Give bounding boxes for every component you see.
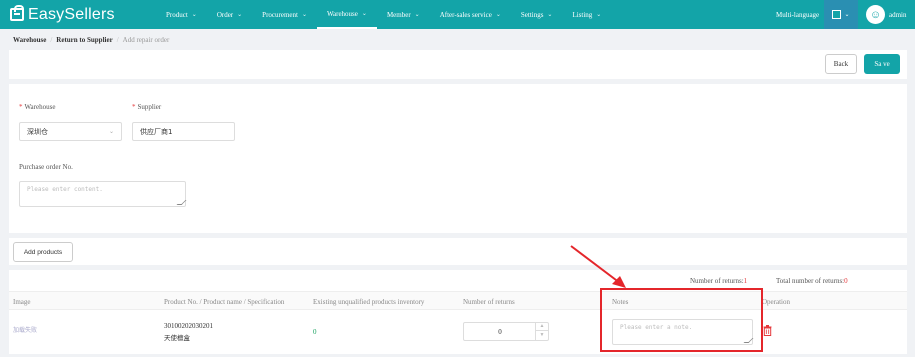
breadcrumb: Warehouse / Return to Supplier / Add repair … bbox=[13, 36, 170, 44]
inventory-value: 0 bbox=[313, 328, 317, 336]
returns-count: Number of returns:1 bbox=[690, 277, 748, 285]
user-name[interactable]: admin bbox=[889, 0, 907, 29]
purchase-order-input[interactable]: Please enter content. bbox=[19, 181, 187, 207]
chevron-down-icon: ⌄ bbox=[191, 12, 197, 18]
user-avatar-icon[interactable]: ☺ bbox=[866, 5, 885, 24]
stepper-arrows: ▲ ▼ bbox=[535, 323, 548, 340]
color-swatch bbox=[832, 10, 842, 19]
add-products-bar: Add products bbox=[9, 238, 907, 265]
breadcrumb-current: Add repair order bbox=[122, 36, 170, 44]
annotation-arrow bbox=[570, 245, 626, 288]
back-button[interactable]: Back bbox=[825, 54, 857, 74]
save-button[interactable]: Sa ve bbox=[864, 54, 900, 74]
product-name: 天使檀盒 bbox=[164, 334, 190, 342]
purchase-order-label: Purchase order No. bbox=[19, 163, 73, 171]
warehouse-value: 深圳仓 bbox=[27, 127, 48, 136]
add-products-button[interactable]: Add products bbox=[13, 242, 73, 262]
brand-name: EasySellers bbox=[28, 5, 115, 23]
nav-item-procurement[interactable]: Procurement ⌄ bbox=[252, 0, 317, 29]
nav-label: Listing bbox=[572, 10, 593, 19]
chevron-down-icon: ⌄ bbox=[237, 12, 243, 18]
annotation-highlight-box bbox=[600, 288, 763, 352]
chevron-down-icon: ⌄ bbox=[108, 128, 114, 135]
theme-color-picker[interactable]: ⌄ bbox=[824, 0, 858, 29]
shopping-bag-icon bbox=[10, 5, 24, 21]
column-returns: Number of returns bbox=[463, 298, 515, 306]
product-image-placeholder: 加载失败 bbox=[13, 327, 38, 334]
table-header: Image Product No. / Product name / Speci… bbox=[9, 291, 907, 310]
nav-label: After-sales service bbox=[439, 10, 492, 19]
supplier-input[interactable]: 供应厂商1 bbox=[132, 122, 235, 141]
nav-item-warehouse[interactable]: Warehouse ⌄ bbox=[316, 0, 377, 29]
decrement-icon[interactable]: ▼ bbox=[536, 331, 548, 339]
column-image: Image bbox=[13, 298, 31, 306]
chevron-down-icon: ⌄ bbox=[301, 12, 307, 18]
chevron-down-icon: ⌄ bbox=[844, 12, 850, 18]
nav-label: Product bbox=[166, 10, 188, 19]
warehouse-select[interactable]: 深圳仓 ⌄ bbox=[19, 122, 122, 141]
nav-item-listing[interactable]: Listing ⌄ bbox=[562, 0, 611, 29]
returns-value[interactable]: 0 bbox=[464, 323, 536, 340]
total-returns-count: Total number of returns:0 bbox=[776, 277, 848, 285]
order-form: * Warehouse * Supplier 深圳仓 ⌄ 供应厂商1 Purchas… bbox=[9, 84, 907, 233]
chevron-down-icon: ⌄ bbox=[361, 11, 367, 17]
action-bar: Back Sa ve bbox=[9, 50, 907, 79]
returns-stepper[interactable]: 0 ▲ ▼ bbox=[463, 322, 549, 341]
breadcrumb-warehouse[interactable]: Warehouse bbox=[13, 36, 46, 44]
chevron-down-icon: ⌄ bbox=[596, 12, 602, 18]
increment-icon[interactable]: ▲ bbox=[536, 323, 548, 331]
chevron-down-icon: ⌄ bbox=[547, 12, 553, 18]
main-nav: Product ⌄ Order ⌄ Procurement ⌄ Warehouse ⌄ … bbox=[156, 0, 611, 29]
purchase-order-placeholder: Please enter content. bbox=[27, 186, 103, 193]
supplier-label: * Supplier bbox=[132, 103, 162, 111]
product-no: 30100202030201 bbox=[164, 322, 213, 330]
nav-item-product[interactable]: Product ⌄ bbox=[156, 0, 207, 29]
chevron-down-icon: ⌄ bbox=[414, 12, 420, 18]
products-table: Number of returns:1 Total number of retu… bbox=[9, 270, 907, 354]
column-operation: Operation bbox=[762, 298, 790, 306]
nav-item-order[interactable]: Order ⌄ bbox=[207, 0, 252, 29]
nav-label: Settings bbox=[520, 10, 544, 19]
warehouse-label: * Warehouse bbox=[19, 103, 56, 111]
nav-label: Order bbox=[216, 10, 234, 19]
brand-logo[interactable]: EasySellers bbox=[10, 5, 115, 24]
nav-item-after-sales[interactable]: After-sales service ⌄ bbox=[430, 0, 511, 29]
chevron-down-icon: ⌄ bbox=[495, 12, 501, 18]
nav-label: Procurement bbox=[262, 10, 298, 19]
nav-label: Member bbox=[386, 10, 411, 19]
nav-label: Warehouse bbox=[326, 9, 358, 18]
multi-language-button[interactable]: Multi-language bbox=[776, 0, 819, 29]
column-inventory: Existing unqualified products inventory bbox=[313, 298, 425, 306]
trash-icon[interactable] bbox=[763, 325, 772, 336]
nav-item-settings[interactable]: Settings ⌄ bbox=[511, 0, 563, 29]
nav-item-member[interactable]: Member ⌄ bbox=[377, 0, 430, 29]
column-product: Product No. / Product name / Specificati… bbox=[164, 298, 285, 306]
top-navbar: EasySellers Product ⌄ Order ⌄ Procurement ⌄… bbox=[0, 0, 915, 29]
resize-handle-icon[interactable] bbox=[176, 200, 187, 205]
breadcrumb-return-to-supplier[interactable]: Return to Supplier bbox=[56, 36, 112, 44]
